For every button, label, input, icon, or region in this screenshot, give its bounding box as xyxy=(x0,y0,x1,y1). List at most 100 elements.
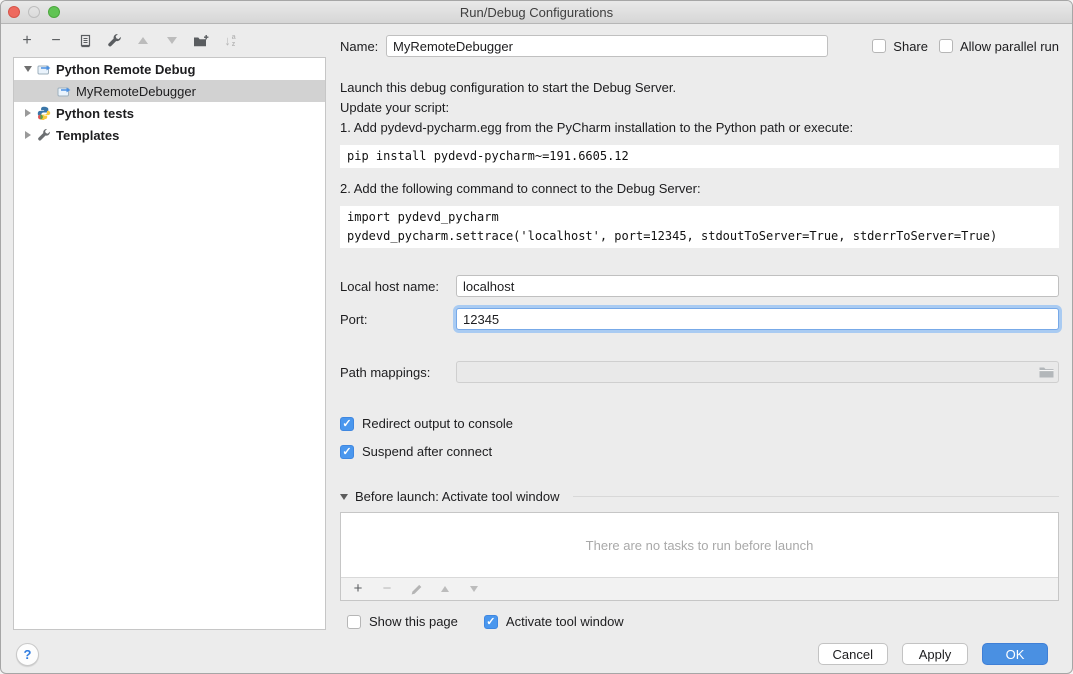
pip-install-code-snippet[interactable]: pip install pydevd-pycharm~=191.6605.12 xyxy=(340,145,1059,168)
minimize-window-button xyxy=(28,6,40,18)
action-buttons: Cancel Apply OK xyxy=(818,643,1048,665)
tree-item-python-tests[interactable]: Python tests xyxy=(14,102,325,124)
edit-configuration-button[interactable] xyxy=(106,33,122,49)
port-label: Port: xyxy=(340,312,456,327)
arrow-up-icon xyxy=(441,586,449,592)
before-launch-header[interactable]: Before launch: Activate tool window xyxy=(340,489,1059,504)
path-mappings-row: Path mappings: xyxy=(340,361,1059,383)
expand-toggle[interactable] xyxy=(20,109,36,117)
arrow-down-icon xyxy=(470,586,478,592)
move-down-button xyxy=(164,33,180,49)
configurations-toolbar: + − xyxy=(1,24,326,57)
share-checkbox[interactable] xyxy=(872,39,886,53)
edit-task-button xyxy=(408,581,424,597)
expand-toggle[interactable] xyxy=(20,66,36,72)
folder-icon xyxy=(1039,366,1054,378)
instruction-line: Update your script: xyxy=(340,98,1059,118)
question-mark-icon: ? xyxy=(24,647,32,662)
window-controls xyxy=(8,6,60,18)
name-input[interactable] xyxy=(386,35,828,57)
zoom-window-button[interactable] xyxy=(48,6,60,18)
chevron-right-icon xyxy=(25,131,31,139)
tree-item-templates[interactable]: Templates xyxy=(14,124,325,146)
tasks-toolbar: + − xyxy=(341,577,1058,600)
local-host-name-row: Local host name: xyxy=(340,275,1059,297)
browse-path-mappings-button[interactable] xyxy=(1038,364,1054,380)
copy-configuration-button[interactable] xyxy=(77,33,93,49)
chevron-right-icon xyxy=(25,109,31,117)
local-host-name-label: Local host name: xyxy=(340,279,456,294)
minus-icon: − xyxy=(51,33,60,49)
show-this-page-label: Show this page xyxy=(369,614,458,629)
redirect-output-checkbox[interactable] xyxy=(340,417,354,431)
new-folder-icon xyxy=(193,34,209,48)
python-tests-icon xyxy=(36,106,52,120)
collapse-section-icon xyxy=(340,494,348,500)
page-options-row: Show this page Activate tool window xyxy=(340,614,1059,629)
tree-item-label: Templates xyxy=(56,128,119,143)
instruction-step-2: 2. Add the following command to connect … xyxy=(340,179,1059,199)
name-label: Name: xyxy=(340,39,386,54)
minus-icon: − xyxy=(383,581,392,597)
cancel-button[interactable]: Cancel xyxy=(818,643,888,665)
arrow-up-icon xyxy=(138,37,148,44)
allow-parallel-run-checkbox[interactable] xyxy=(939,39,953,53)
configurations-tree: Python Remote Debug MyRemoteDebugger xyxy=(13,57,326,630)
share-label: Share xyxy=(893,39,928,54)
suspend-after-connect-checkbox[interactable] xyxy=(340,445,354,459)
path-mappings-field xyxy=(456,361,1059,383)
tree-item-python-remote-debug[interactable]: Python Remote Debug xyxy=(14,58,325,80)
suspend-after-connect-option: Suspend after connect xyxy=(340,444,1059,459)
tree-item-label: MyRemoteDebugger xyxy=(76,84,196,99)
tree-item-label: Python tests xyxy=(56,106,134,121)
show-this-page-checkbox[interactable] xyxy=(347,615,361,629)
before-launch-tasks-panel: There are no tasks to run before launch … xyxy=(340,512,1059,601)
add-task-button[interactable]: + xyxy=(350,581,366,597)
empty-tasks-message: There are no tasks to run before launch xyxy=(341,513,1058,577)
templates-wrench-icon xyxy=(36,128,52,142)
wrench-icon xyxy=(107,33,122,48)
apply-button[interactable]: Apply xyxy=(902,643,968,665)
activate-tool-window-checkbox[interactable] xyxy=(484,615,498,629)
remote-debug-icon xyxy=(56,84,72,98)
share-option: Share xyxy=(872,39,928,54)
code-line: pydevd_pycharm.settrace('localhost', por… xyxy=(347,229,997,243)
add-configuration-button[interactable]: + xyxy=(19,33,35,49)
tree-item-label: Python Remote Debug xyxy=(56,62,195,77)
create-folder-button[interactable] xyxy=(193,33,209,49)
sort-arrow-icon: ↓ xyxy=(224,33,231,49)
allow-parallel-run-label: Allow parallel run xyxy=(960,39,1059,54)
remove-task-button: − xyxy=(379,581,395,597)
remote-debug-icon xyxy=(36,62,52,76)
help-button[interactable]: ? xyxy=(16,643,39,666)
settrace-code-snippet[interactable]: import pydevd_pycharmpydevd_pycharm.sett… xyxy=(340,206,1059,248)
port-row: Port: xyxy=(340,308,1059,330)
local-host-name-input[interactable] xyxy=(456,275,1059,297)
titlebar: Run/Debug Configurations xyxy=(1,1,1072,24)
move-task-down-button xyxy=(466,581,482,597)
sort-configurations-button: ↓ a z xyxy=(222,33,238,49)
configurations-sidebar: + − xyxy=(1,24,326,632)
path-mappings-label: Path mappings: xyxy=(340,365,456,380)
plus-icon: + xyxy=(22,33,31,49)
close-window-button[interactable] xyxy=(8,6,20,18)
name-row: Name: Share Allow parallel run xyxy=(340,35,1059,57)
before-launch-title: Before launch: Activate tool window xyxy=(355,489,560,504)
remove-configuration-button[interactable]: − xyxy=(48,33,64,49)
move-up-button xyxy=(135,33,151,49)
sort-az-icon: a z xyxy=(232,34,236,48)
instructions: Launch this debug configuration to start… xyxy=(340,78,1059,138)
allow-parallel-run-option: Allow parallel run xyxy=(939,39,1059,54)
window-title: Run/Debug Configurations xyxy=(460,5,613,20)
section-divider xyxy=(573,496,1059,497)
chevron-down-icon xyxy=(24,66,32,72)
port-input[interactable] xyxy=(456,308,1059,330)
tree-item-myremotedebugger[interactable]: MyRemoteDebugger xyxy=(14,80,325,102)
suspend-after-connect-label: Suspend after connect xyxy=(362,444,492,459)
copy-icon xyxy=(78,34,92,48)
redirect-output-label: Redirect output to console xyxy=(362,416,513,431)
dialog-footer: ? Cancel Apply OK xyxy=(1,632,1072,674)
pencil-icon xyxy=(410,583,423,596)
ok-button[interactable]: OK xyxy=(982,643,1048,665)
expand-toggle[interactable] xyxy=(20,131,36,139)
